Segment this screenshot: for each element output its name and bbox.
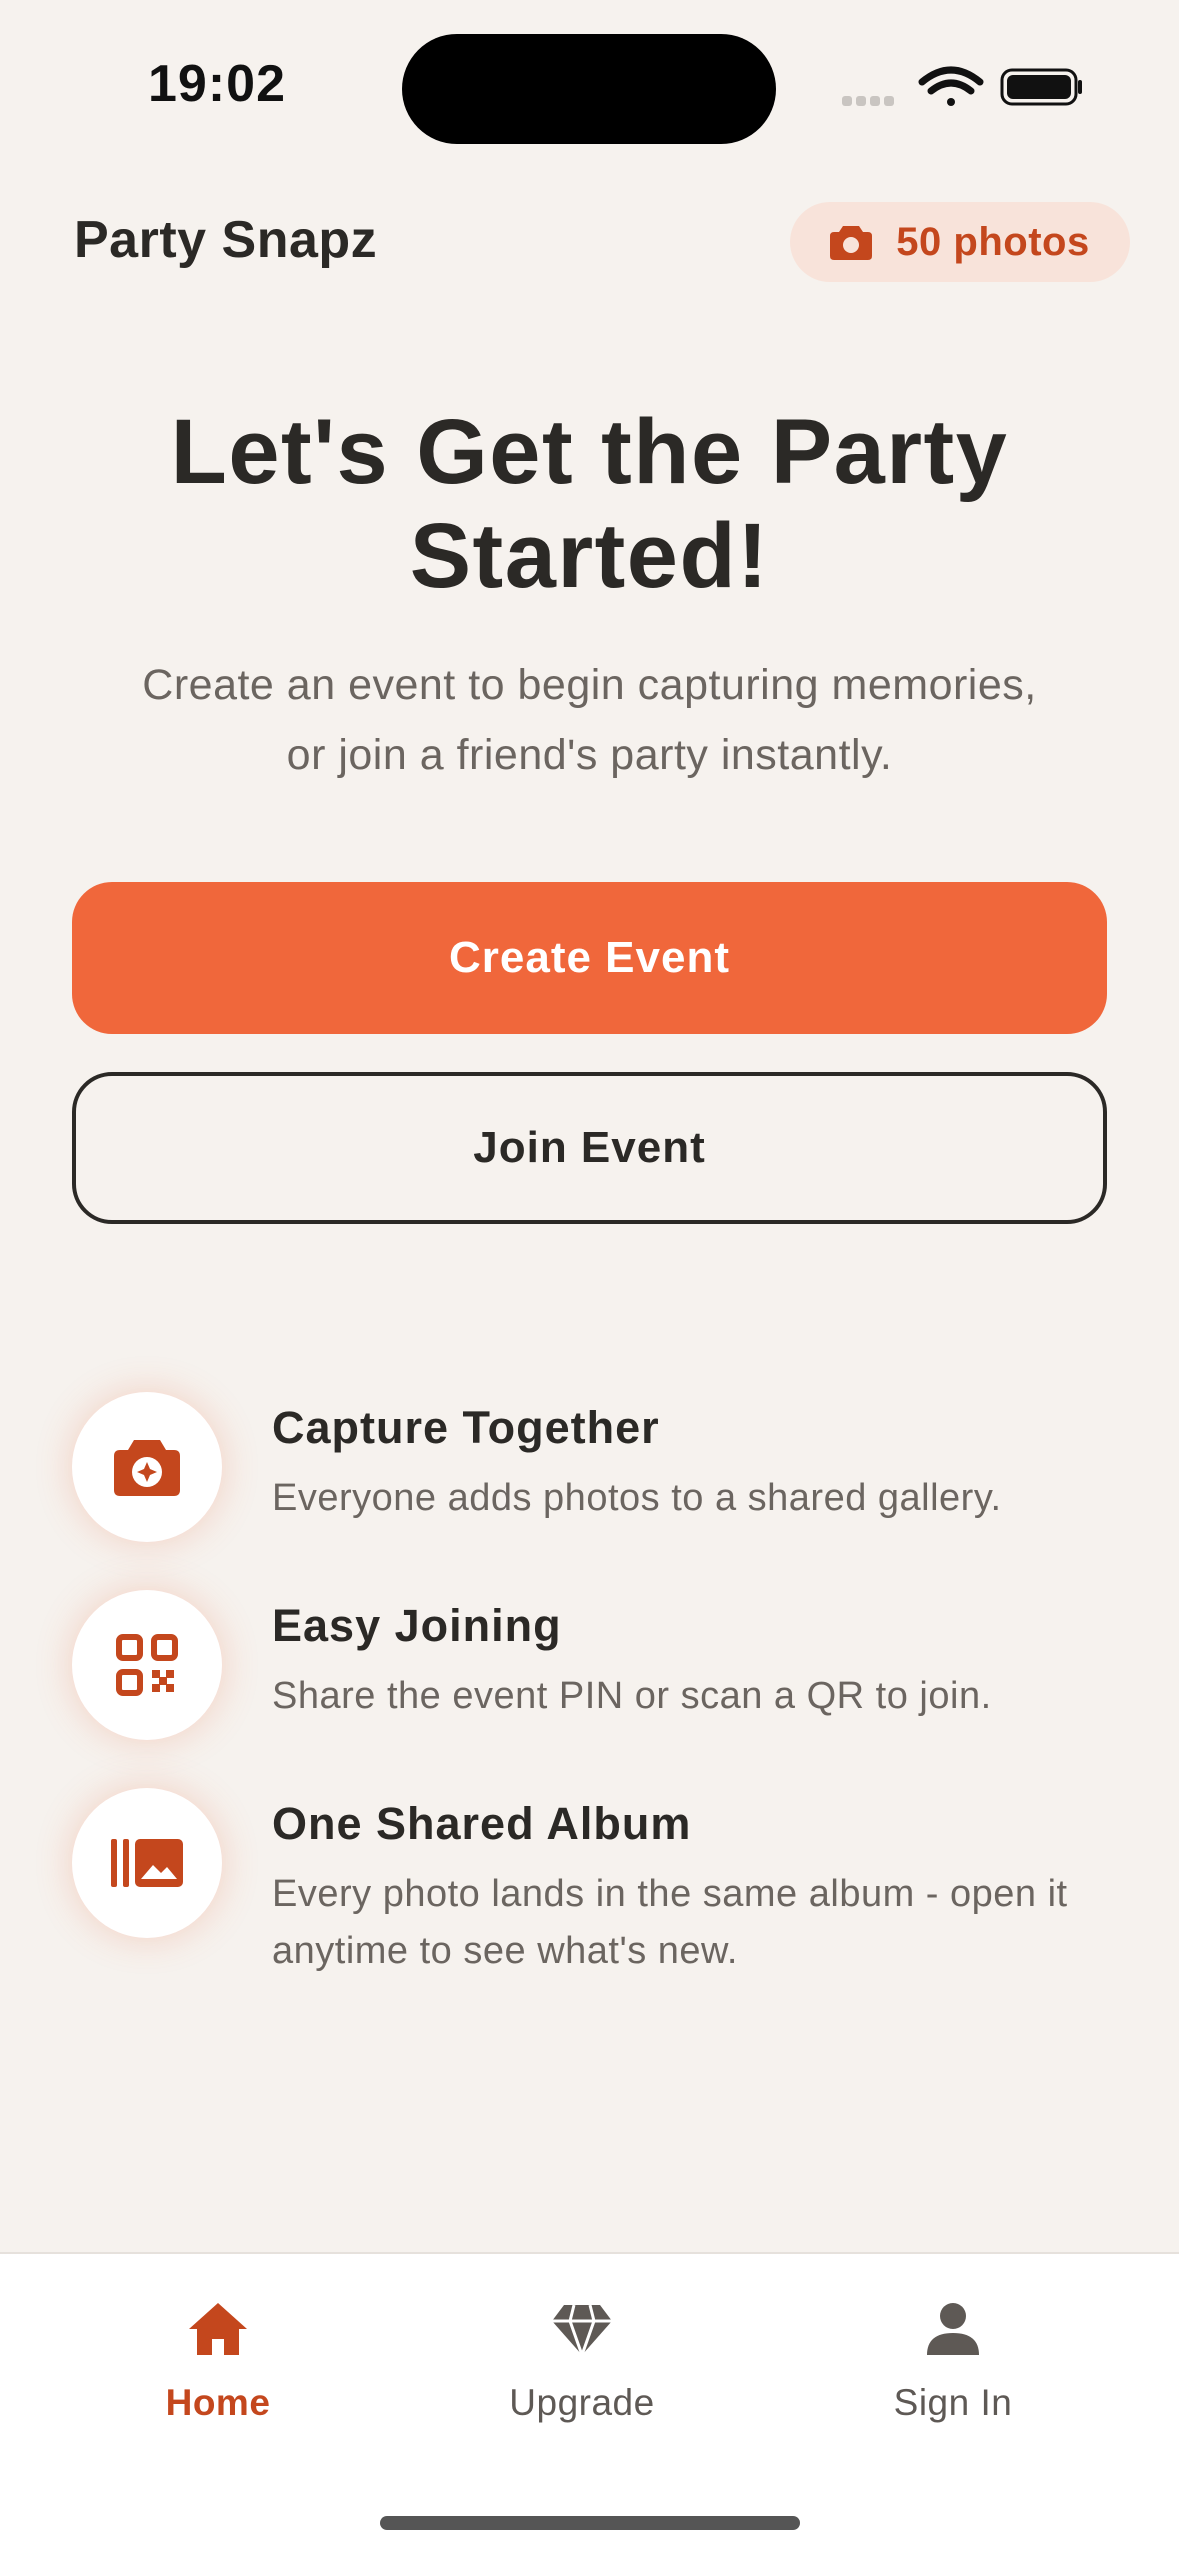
- feature-icon-badge: [72, 1392, 222, 1542]
- tab-upgrade[interactable]: Upgrade: [452, 2294, 712, 2444]
- feature-title: One Shared Album: [272, 1798, 692, 1849]
- feature-title: Easy Joining: [272, 1600, 562, 1651]
- hero-subtitle-line1: Create an event to begin capturing memor…: [142, 661, 1037, 709]
- qr-code-icon: [116, 1634, 178, 1696]
- tab-label: Sign In: [893, 2382, 1013, 2423]
- hero-title-line2: Started!: [409, 505, 770, 607]
- tab-home[interactable]: Home: [88, 2294, 348, 2444]
- photos-count-badge[interactable]: 50 photos: [790, 202, 1130, 282]
- tab-sign-in[interactable]: Sign In: [823, 2294, 1083, 2444]
- hero-subtitle: Create an event to begin capturing memor…: [60, 650, 1119, 790]
- hero-subtitle-line2: or join a friend's party instantly.: [286, 731, 893, 779]
- feature-icon-badge: [72, 1788, 222, 1938]
- feature-icon-badge: [72, 1590, 222, 1740]
- feature-title: Capture Together: [272, 1402, 660, 1453]
- hero-title: Let's Get the Party Started!: [60, 400, 1119, 608]
- home-icon: [189, 2303, 247, 2355]
- home-indicator[interactable]: [380, 2516, 800, 2530]
- person-icon: [927, 2303, 979, 2355]
- tab-label: Upgrade: [509, 2382, 655, 2423]
- dynamic-island: [402, 34, 776, 144]
- signal-icon: [842, 96, 894, 106]
- hero-title-line1: Let's Get the Party: [170, 401, 1009, 503]
- camera-icon: [114, 1440, 180, 1496]
- app-title: Party Snapz: [74, 211, 378, 269]
- feature-description: Share the event PIN or scan a QR to join…: [272, 1675, 992, 1717]
- create-event-button[interactable]: Create Event: [72, 882, 1107, 1034]
- battery-icon: [1000, 68, 1082, 106]
- join-event-button[interactable]: Join Event: [72, 1072, 1107, 1224]
- photo-album-icon: [111, 1839, 183, 1887]
- wifi-icon: [918, 66, 984, 106]
- tab-bar: Home Upgrade Sign In: [0, 2252, 1179, 2558]
- status-time: 19:02: [148, 55, 286, 113]
- status-bar: 19:02: [0, 0, 1179, 180]
- diamond-icon: [552, 2304, 612, 2360]
- status-icons: [842, 66, 1082, 106]
- feature-description: Every photo lands in the same album - op…: [272, 1873, 1068, 1972]
- tab-label: Home: [165, 2382, 271, 2423]
- feature-description: Everyone adds photos to a shared gallery…: [272, 1477, 1002, 1519]
- photos-count-label: 50 photos: [896, 219, 1090, 264]
- camera-icon: [830, 226, 873, 260]
